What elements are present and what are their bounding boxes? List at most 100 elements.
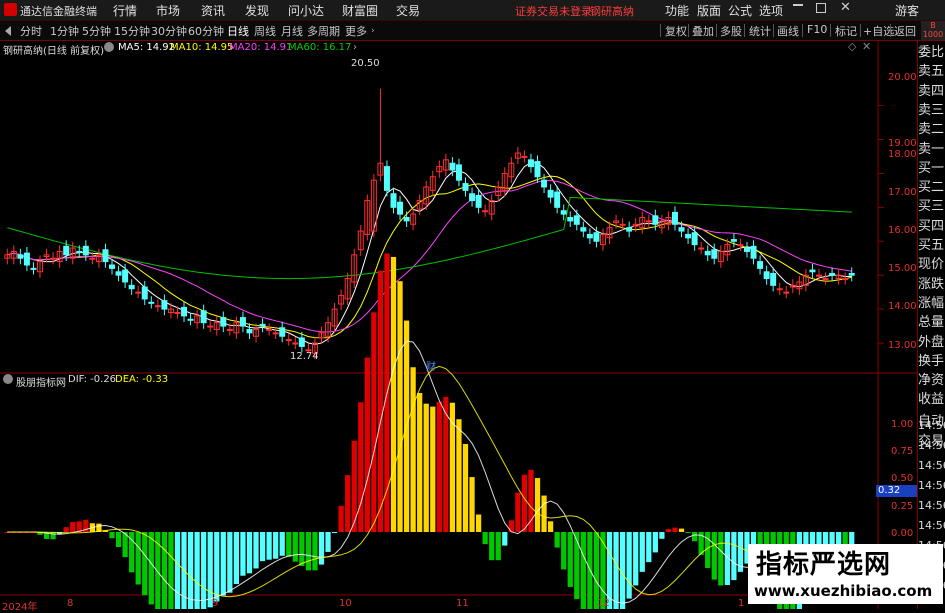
candle-body xyxy=(469,193,476,202)
macd-histogram-bar xyxy=(259,532,266,562)
candle-body xyxy=(220,317,227,327)
candle-body xyxy=(848,272,855,276)
tab-30min[interactable]: 30分钟 xyxy=(151,23,187,39)
kline-chart[interactable] xyxy=(0,40,918,609)
tab-weekly[interactable]: 周线 xyxy=(254,23,276,39)
macd-histogram-bar xyxy=(201,532,207,609)
candle-body xyxy=(76,250,83,253)
btn-fuquan[interactable]: 复权 xyxy=(665,23,687,39)
macd-histogram-bar xyxy=(135,532,141,585)
macd-histogram-bar xyxy=(554,532,560,548)
menu-item-gongneng[interactable]: 功能 xyxy=(665,2,689,19)
macd-histogram-bar xyxy=(534,478,541,532)
back-arrow-icon[interactable] xyxy=(5,26,11,36)
tab-1min[interactable]: 1分钟 xyxy=(50,23,79,39)
indicator-settings-icon[interactable] xyxy=(3,374,13,384)
candle-body xyxy=(89,257,96,260)
candle-body xyxy=(259,323,266,327)
indicator-name[interactable]: 股朋指标网 xyxy=(16,374,66,389)
app-title: 通达信金融终端 xyxy=(20,5,97,18)
macd-histogram-bar xyxy=(253,532,259,569)
btn-f10[interactable]: F10 xyxy=(807,23,827,36)
menu-item-faxian[interactable]: 发现 xyxy=(245,2,269,19)
candle-body xyxy=(154,305,161,308)
macd-histogram-bar xyxy=(299,532,305,567)
macd-tick: 1.00 xyxy=(891,419,914,430)
trade-login-notice[interactable]: 证券交易未登录 xyxy=(515,3,592,19)
quote-field-label: 涨跌 xyxy=(918,276,945,292)
close-icon[interactable]: ✕ xyxy=(840,0,851,15)
macd-histogram-bar xyxy=(50,532,56,540)
high-price-marker: 20.50 xyxy=(351,58,380,69)
level-badge[interactable]: B 1000 xyxy=(921,21,945,40)
btn-biaoji[interactable]: 标记 xyxy=(835,23,857,39)
date-year: 2024年 xyxy=(2,602,38,613)
macd-histogram-bar xyxy=(469,477,475,532)
price-tick: 19.00 xyxy=(888,138,917,149)
tab-15min[interactable]: 15分钟 xyxy=(114,23,150,39)
tab-60min[interactable]: 60分钟 xyxy=(188,23,224,39)
candle-body xyxy=(246,328,253,334)
guest-label[interactable]: 游客 xyxy=(895,2,919,19)
btn-huaxian[interactable]: 画线 xyxy=(777,23,799,39)
candle-body xyxy=(115,271,122,276)
candle-body xyxy=(226,328,233,331)
candle-body xyxy=(685,233,692,239)
menu-item-xuanxiang[interactable]: 选项 xyxy=(759,2,783,19)
candle-body xyxy=(783,291,790,294)
candle-body xyxy=(482,210,489,213)
candle-body xyxy=(645,220,652,223)
macd-histogram-bar xyxy=(318,532,325,565)
quote-field-label: 换手 xyxy=(918,353,945,369)
maximize-icon[interactable] xyxy=(816,3,826,13)
minimize-icon[interactable] xyxy=(793,4,803,6)
candle-body xyxy=(521,155,528,158)
tab-multi-period[interactable]: 多周期 xyxy=(307,23,340,39)
menu-item-banmian[interactable]: 版面 xyxy=(697,2,721,19)
macd-histogram-bar xyxy=(174,532,181,609)
btn-diejia[interactable]: 叠加 xyxy=(692,23,714,39)
menu-bar: 通达信金融终端 行情 市场 资讯 发现 问小达 财富圈 交易 证券交易未登录 钢… xyxy=(0,0,945,21)
menu-item-wenxiaoda[interactable]: 问小达 xyxy=(288,2,324,19)
more-chevron-icon[interactable]: › xyxy=(371,26,375,36)
candle-body xyxy=(652,215,659,225)
price-tick: 16.00 xyxy=(888,225,917,236)
tab-5min[interactable]: 5分钟 xyxy=(82,23,111,39)
macd-histogram-bar xyxy=(652,532,658,553)
tab-more[interactable]: 更多 xyxy=(345,23,367,39)
candle-body xyxy=(449,162,456,171)
menu-item-gongshi[interactable]: 公式 xyxy=(728,2,752,19)
candle-body xyxy=(135,291,142,294)
candle-body xyxy=(560,210,567,215)
watermark-title: 指标严选网 xyxy=(756,550,892,580)
tab-daily[interactable]: 日线 xyxy=(227,23,249,39)
btn-back[interactable]: 返回 xyxy=(894,23,916,39)
macd-histogram-bar xyxy=(665,529,672,532)
candle-body xyxy=(455,164,462,181)
candle-body xyxy=(737,244,744,247)
macd-histogram-bar xyxy=(718,532,724,586)
candle-body xyxy=(678,227,685,232)
menu-item-jiaoyi[interactable]: 交易 xyxy=(396,2,420,19)
tab-fenshi[interactable]: 分时 xyxy=(20,23,42,39)
finance-event-marker[interactable]: 财 xyxy=(426,358,436,373)
btn-tongji[interactable]: 统计 xyxy=(749,23,771,39)
btn-duogu[interactable]: 多股 xyxy=(720,23,742,39)
candle-body xyxy=(573,215,580,225)
trade-time: 14:56 xyxy=(918,439,945,452)
tab-monthly[interactable]: 月线 xyxy=(281,23,303,39)
menu-item-hangqing[interactable]: 行情 xyxy=(113,2,137,19)
macd-histogram-bar xyxy=(626,532,632,599)
candle-body xyxy=(527,159,534,168)
macd-histogram-bar xyxy=(390,256,397,532)
candle-body xyxy=(17,254,24,259)
macd-histogram-bar xyxy=(495,532,501,561)
date-month-1: 1 xyxy=(738,598,745,609)
price-tick: 15.00 xyxy=(888,263,917,274)
menu-item-zixun[interactable]: 资讯 xyxy=(201,2,225,19)
candle-body xyxy=(383,166,390,191)
menu-item-shichang[interactable]: 市场 xyxy=(156,2,180,19)
menu-item-caifuquan[interactable]: 财富圈 xyxy=(342,2,378,19)
macd-histogram-bar xyxy=(292,532,298,562)
quote-field-label: 净资 xyxy=(918,373,945,389)
